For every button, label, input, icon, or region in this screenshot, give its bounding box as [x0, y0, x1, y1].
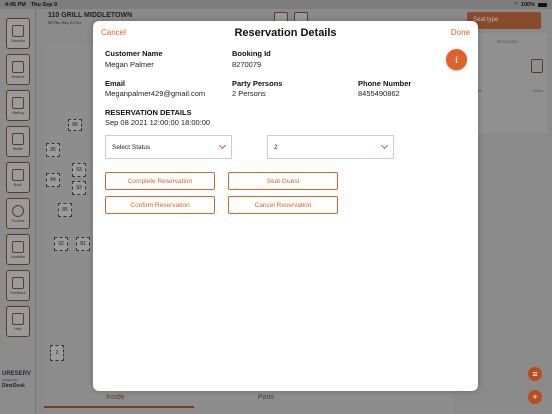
status-time: 4:45 PM [5, 1, 26, 8]
confirm-reservation-button[interactable]: Confirm Reservation [105, 196, 215, 214]
sidebar-item-book[interactable]: Book [6, 162, 30, 193]
table[interactable]: 85 [58, 203, 72, 217]
party-persons: 2 Persons [232, 89, 266, 98]
sidebar: Calendar Reserve Waiting Walkin Book Tim… [0, 9, 36, 414]
sidebar-item-reserve[interactable]: Reserve [6, 54, 30, 85]
sidebar-item-feedback[interactable]: Feedback [6, 270, 30, 301]
booking-id: 8270079 [232, 60, 262, 69]
chevron-down-icon [380, 141, 389, 150]
sidebar-item-label: Book [14, 182, 22, 187]
sidebar-item-label: Timeline [11, 218, 25, 223]
swap-arrows-icon [12, 240, 24, 253]
chat-icon [12, 312, 24, 325]
sidebar-item-waiting[interactable]: Waiting [6, 90, 30, 121]
table[interactable]: 84 [46, 173, 60, 187]
sidebar-item-available[interactable]: Available [6, 234, 30, 265]
calendar-icon [12, 24, 24, 37]
customer-name: Megan Palmer [105, 60, 154, 69]
sidebar-item-label: Walkin [12, 146, 24, 151]
wifi-icon: ◠ [513, 1, 518, 8]
sessions-label: SESSIONS [496, 39, 518, 44]
col-block: Block [533, 88, 543, 93]
cancel-reservation-button[interactable]: Cancel Reservation [228, 196, 338, 214]
status-select[interactable]: Select Status [105, 135, 232, 159]
sidebar-item-label: Help [14, 326, 22, 331]
walk-icon [12, 132, 24, 145]
sidebar-item-timeline[interactable]: Timeline [6, 198, 30, 229]
add-icon[interactable]: + [528, 390, 542, 404]
email-value: Meganpalmer429@gmail.com [105, 89, 206, 98]
party-persons-label: Party Persons [232, 79, 283, 88]
table[interactable]: 86 [68, 119, 82, 131]
restaurant-name: 110 GRILL MIDDLETOWN [48, 12, 133, 19]
table[interactable]: 2 [50, 345, 64, 361]
battery-percent: 100% [520, 1, 535, 8]
status-select-value: Select Status [112, 143, 151, 151]
sidebar-item-label: Feedback [10, 290, 26, 295]
clock-icon [12, 204, 24, 217]
booking-id-label: Booking Id [232, 49, 271, 58]
reservation-details-label: RESERVATION DETAILS [105, 108, 192, 117]
fork-knife-icon [12, 60, 24, 73]
status-date: Thu Sep 9 [30, 1, 58, 8]
calendar-check-icon [12, 168, 24, 181]
party-size-select[interactable]: 2 [267, 135, 394, 159]
battery-icon [538, 2, 547, 7]
floor-tabs: Inside Patio [44, 390, 454, 414]
phone-label: Phone Number [358, 79, 412, 88]
table[interactable]: 81 [76, 237, 90, 251]
sidebar-item-calendar[interactable]: Calendar [6, 18, 30, 49]
brand-logo: URESERV Powered by DineDesk [2, 371, 31, 389]
done-button[interactable]: Done [451, 28, 470, 37]
brand-dinedesk: DineDesk [2, 383, 25, 389]
reservation-details-modal: Cancel Reservation Details Done i Custom… [93, 21, 478, 391]
thumbs-up-icon [12, 276, 24, 289]
sidebar-item-label: Waiting [12, 110, 24, 115]
table[interactable]: 92 [54, 237, 68, 251]
right-panel: SESSIONS All Block [467, 33, 547, 133]
sidebar-item-label: Reserve [11, 74, 25, 79]
info-icon[interactable]: i [446, 49, 467, 70]
tab-patio[interactable]: Patio [258, 394, 274, 401]
seat-type-dropdown[interactable]: Seat type [467, 12, 541, 29]
sidebar-item-help[interactable]: Help [6, 306, 30, 337]
search-icon[interactable] [531, 59, 543, 73]
complete-reservation-button[interactable]: Complete Reservation [105, 172, 215, 190]
chevron-down-icon [218, 141, 227, 150]
sidebar-item-label: Calendar [10, 38, 26, 43]
seat-guest-button[interactable]: Seat Guest [228, 172, 338, 190]
table[interactable]: 93 [72, 163, 86, 177]
reservation-datetime: Sep 08 2021 12:00:00 18:00:00 [105, 118, 211, 127]
table[interactable]: 93 [72, 181, 86, 195]
list-icon[interactable]: ≡ [528, 367, 542, 381]
panel-columns: All Block [477, 88, 543, 93]
party-size-value: 2 [274, 143, 278, 151]
seat-type-label: Seat type [473, 17, 499, 23]
person-icon [12, 96, 24, 109]
active-tab-indicator [44, 406, 194, 408]
status-bar: 4:45 PM Thu Sep 9 ◠ 100% [0, 0, 552, 9]
tab-inside[interactable]: Inside [106, 394, 125, 401]
table[interactable]: 85 [46, 143, 60, 157]
customer-name-label: Customer Name [105, 49, 163, 58]
modal-title: Reservation Details [234, 27, 337, 39]
sidebar-item-walkin[interactable]: Walkin [6, 126, 30, 157]
phone-value: 8455490862 [358, 89, 400, 98]
sidebar-item-label: Available [10, 254, 26, 259]
email-label: Email [105, 79, 126, 88]
